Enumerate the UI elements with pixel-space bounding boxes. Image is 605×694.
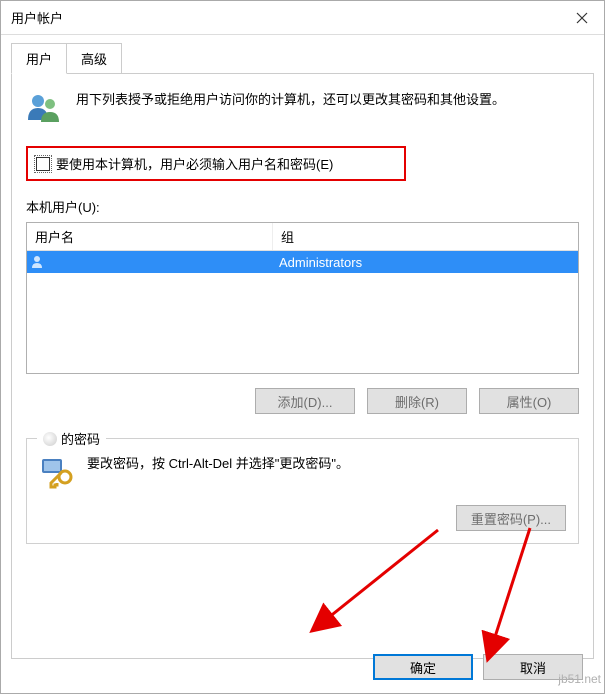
column-header-group[interactable]: 组 — [273, 223, 578, 250]
tab-advanced[interactable]: 高级 — [66, 43, 122, 74]
require-login-row: 要使用本计算机，用户必须输入用户名和密码(E) — [26, 146, 406, 181]
reset-row: 重置密码(P)... — [39, 505, 566, 531]
close-button[interactable] — [560, 1, 604, 34]
user-row[interactable]: Administrators — [27, 251, 578, 273]
cancel-button[interactable]: 取消 — [483, 654, 583, 680]
user-row-group: Administrators — [273, 255, 578, 270]
window-title: 用户帐户 — [11, 8, 63, 27]
column-header-username[interactable]: 用户名 — [27, 223, 273, 250]
require-login-label: 要使用本计算机，用户必须输入用户名和密码(E) — [56, 154, 333, 173]
password-instruction-text: 要改密码，按 Ctrl-Alt-Del 并选择"更改密码"。 — [87, 453, 349, 472]
dialog-footer: 确定 取消 — [373, 654, 583, 680]
users-icon — [26, 90, 62, 126]
titlebar: 用户帐户 — [1, 1, 604, 35]
key-icon — [39, 453, 75, 489]
listbox-header: 用户名 组 — [27, 223, 578, 251]
tab-strip: 用户 高级 — [11, 43, 604, 74]
require-login-checkbox[interactable] — [36, 157, 50, 171]
legend-icon — [43, 432, 57, 446]
close-icon — [576, 12, 588, 24]
users-listbox[interactable]: 用户名 组 Administrators — [26, 222, 579, 374]
tab-panel-users: 用下列表授予或拒绝用户访问你的计算机，还可以更改其密码和其他设置。 要使用本计算… — [11, 73, 594, 659]
user-row-icon — [27, 255, 47, 269]
password-row: 要改密码，按 Ctrl-Alt-Del 并选择"更改密码"。 — [39, 453, 566, 489]
list-buttons: 添加(D)... 删除(R) 属性(O) — [26, 388, 579, 414]
password-legend-text: 的密码 — [61, 429, 100, 448]
intro-row: 用下列表授予或拒绝用户访问你的计算机，还可以更改其密码和其他设置。 — [26, 90, 579, 126]
reset-password-button[interactable]: 重置密码(P)... — [456, 505, 566, 531]
add-user-button[interactable]: 添加(D)... — [255, 388, 355, 414]
user-accounts-dialog: 用户帐户 用户 高级 用下列表授予或拒绝用户访问你的计算机，还可以更改其密码和其… — [0, 0, 605, 694]
users-list-label: 本机用户(U): — [26, 197, 579, 216]
password-fieldset: 的密码 要改密码，按 Ctrl-Alt-Del 并选择"更改密码"。 重置密码(… — [26, 438, 579, 544]
ok-button[interactable]: 确定 — [373, 654, 473, 680]
properties-button[interactable]: 属性(O) — [479, 388, 579, 414]
remove-user-button[interactable]: 删除(R) — [367, 388, 467, 414]
password-legend: 的密码 — [37, 429, 106, 448]
intro-text: 用下列表授予或拒绝用户访问你的计算机，还可以更改其密码和其他设置。 — [76, 90, 505, 126]
tab-users[interactable]: 用户 — [11, 43, 67, 74]
